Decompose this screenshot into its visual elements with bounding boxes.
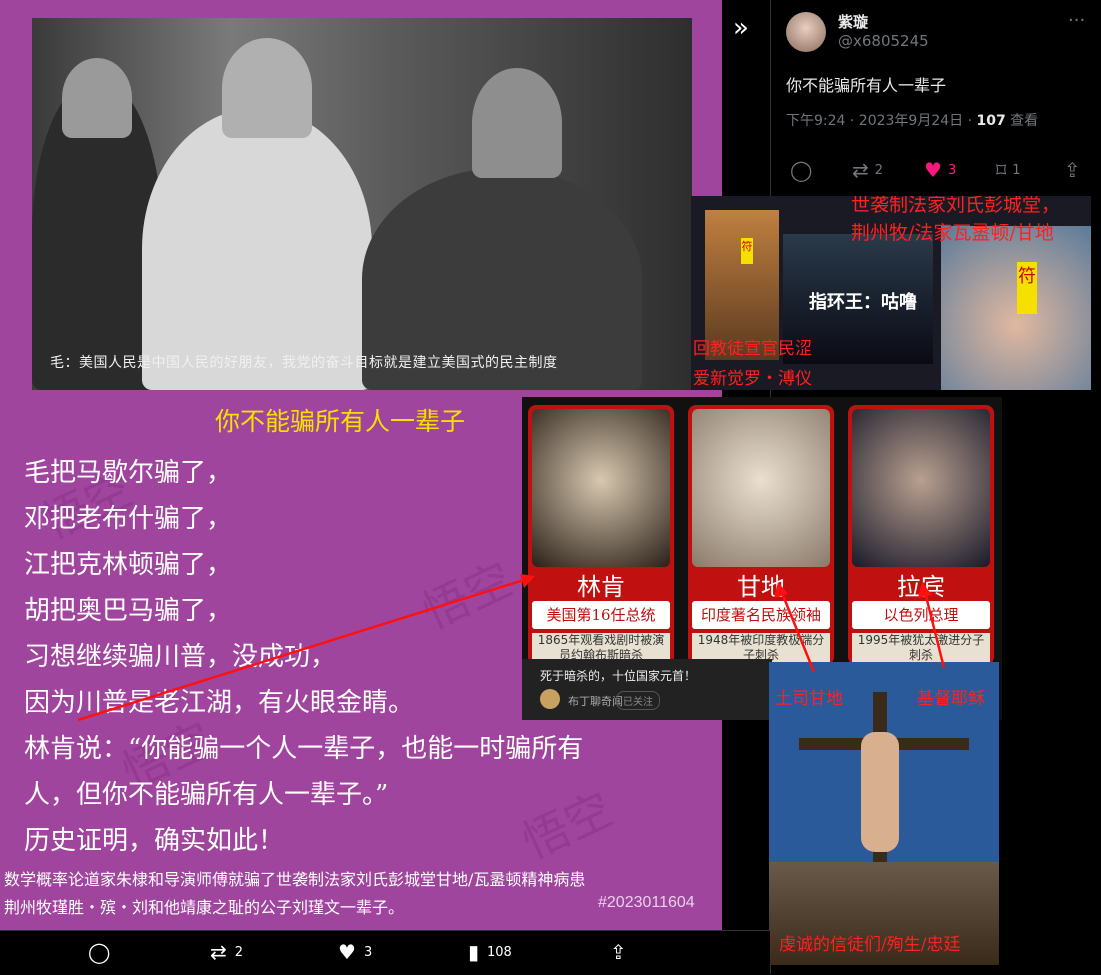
like-count: 3 (363, 944, 373, 960)
view-count: 108 (487, 944, 512, 960)
retweet-button[interactable]: ⇄ 2 (210, 940, 243, 964)
like-button[interactable]: ♥ 3 (338, 940, 372, 964)
heart-icon: ♥ (338, 940, 356, 964)
share-icon: ⇪ (610, 940, 627, 964)
chart-icon: ▮ (468, 940, 480, 964)
retweet-icon: ⇄ (210, 940, 227, 964)
reply-icon: ◯ (88, 940, 111, 964)
annotation-arrows (77, 574, 946, 722)
retweet-count: 2 (234, 944, 244, 960)
share-button[interactable]: ⇪ (610, 940, 627, 964)
bottom-action-bar (0, 930, 770, 975)
views-button[interactable]: ▮ 108 (468, 940, 512, 964)
reply-button[interactable]: ◯ (88, 940, 110, 964)
